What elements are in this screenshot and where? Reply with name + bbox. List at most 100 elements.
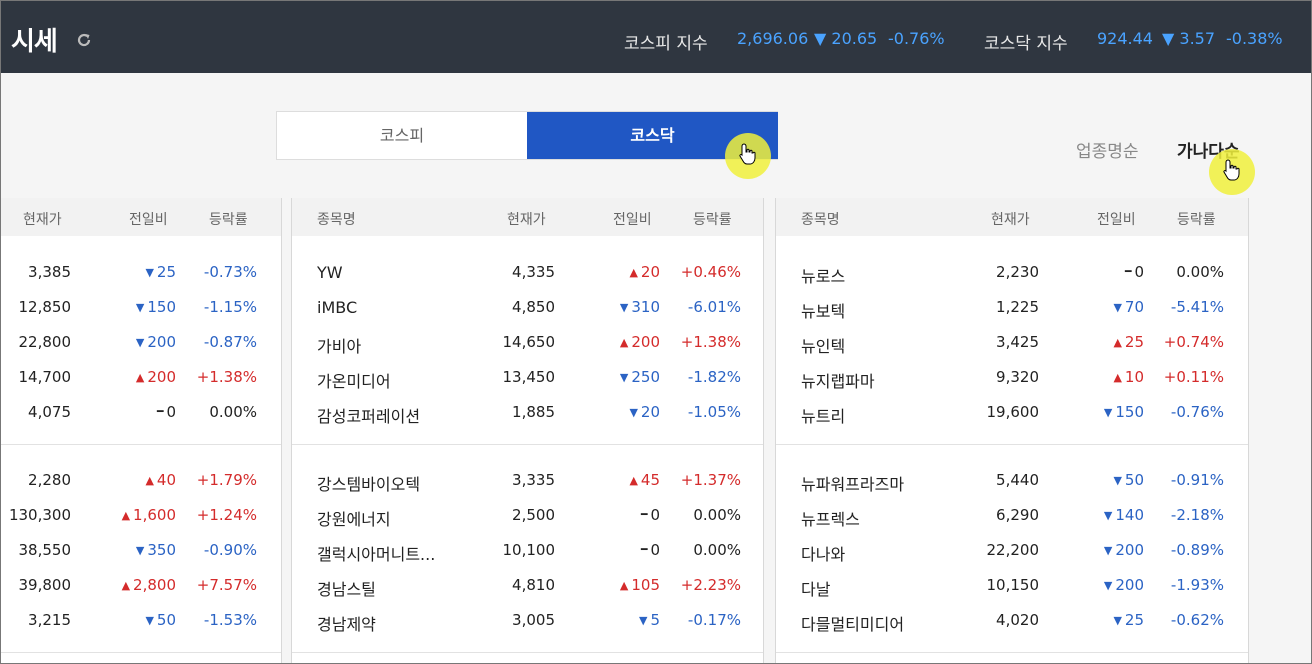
stock-rate: +1.38% <box>196 368 257 386</box>
table-row[interactable]: 2,280 ▲ 40 +1.79% <box>1 463 281 498</box>
panel-header: 종목명 현재가 전일비 등락률 <box>775 198 1248 236</box>
group-separator <box>1 444 281 445</box>
panel-divider <box>291 198 292 663</box>
stock-price: 13,450 <box>502 368 556 386</box>
stock-rate: 0.00% <box>693 541 741 559</box>
arrow-up-icon: ▲ <box>1113 371 1122 384</box>
change-value: 40 <box>156 471 176 489</box>
table-row[interactable]: 3,215 ▼ 50 -1.53% <box>1 603 281 638</box>
kosdaq-index-value: 924.44 <box>1097 29 1153 48</box>
kospi-index-value: 2,696.06 <box>737 29 809 48</box>
stock-name[interactable]: 다나와 <box>801 541 845 565</box>
hand-cursor-icon <box>739 143 756 165</box>
tab-kospi[interactable]: 코스피 <box>277 112 527 159</box>
stock-price: 3,215 <box>28 611 71 629</box>
stock-quote-page: 시세 코스피 지수 2,696.06 ▼ 20.65 -0.76% 코스닥 지수… <box>0 0 1312 664</box>
stock-rate: -6.01% <box>687 298 741 316</box>
table-row[interactable]: 12,850 ▼ 150 -1.15% <box>1 290 281 325</box>
stock-price: 4,850 <box>512 298 555 316</box>
stock-change: ▼ 310 <box>620 298 660 316</box>
table-row[interactable]: 38,550 ▼ 350 -0.90% <box>1 533 281 568</box>
stock-rate: +1.79% <box>196 471 257 489</box>
arrow-down-icon: ▼ <box>1113 301 1122 314</box>
table-row[interactable]: YW 4,335 ▲ 20 +0.46% <box>291 255 763 290</box>
arrow-up-icon: ▲ <box>135 371 145 384</box>
change-value: 70 <box>1124 298 1144 316</box>
stock-name[interactable]: 갤럭시아머니트... <box>317 541 435 565</box>
stock-name[interactable]: 다믈멀티미디어 <box>801 611 904 635</box>
change-value: 150 <box>1115 403 1144 421</box>
table-row[interactable]: 갤럭시아머니트... 10,100 ━ 0 0.00% <box>291 533 763 568</box>
stock-name[interactable]: 가온미디어 <box>317 368 391 392</box>
change-value: 140 <box>1115 506 1144 524</box>
arrow-down-icon: ▼ <box>1103 579 1113 592</box>
table-row[interactable]: iMBC 4,850 ▼ 310 -6.01% <box>291 290 763 325</box>
stock-rate: 0.00% <box>1176 263 1224 281</box>
refresh-icon[interactable] <box>75 31 93 49</box>
change-value: 50 <box>156 611 176 629</box>
stock-name[interactable]: 가비아 <box>317 333 361 357</box>
table-row[interactable]: 강원에너지 2,500 ━ 0 0.00% <box>291 498 763 533</box>
stock-price: 6,290 <box>996 506 1039 524</box>
stock-name[interactable]: 뉴로스 <box>801 263 845 287</box>
stock-change: ▼ 200 <box>1104 541 1144 559</box>
stock-name[interactable]: 다날 <box>801 576 830 600</box>
table-row[interactable]: 뉴로스 2,230 ━ 0 0.00% <box>775 255 1248 290</box>
table-row[interactable]: 다믈멀티미디어 4,020 ▼ 25 -0.62% <box>775 603 1248 638</box>
change-value: 200 <box>1115 576 1144 594</box>
stock-name[interactable]: 뉴파워프라즈마 <box>801 471 904 495</box>
sort-by-industry[interactable]: 업종명순 <box>1076 137 1139 162</box>
stock-price: 1,225 <box>996 298 1039 316</box>
stock-change: ▼ 50 <box>145 611 176 629</box>
arrow-up-icon: ▲ <box>1113 336 1122 349</box>
table-row[interactable]: 14,700 ▲ 200 +1.38% <box>1 360 281 395</box>
table-row[interactable]: 경남스틸 4,810 ▲ 105 +2.23% <box>291 568 763 603</box>
stock-name[interactable]: YW <box>317 263 343 282</box>
stock-price: 38,550 <box>18 541 72 559</box>
table-row[interactable]: 뉴프렉스 6,290 ▼ 140 -2.18% <box>775 498 1248 533</box>
stock-name[interactable]: 강원에너지 <box>317 506 391 530</box>
table-row[interactable]: 4,075 ━ 0 0.00% <box>1 395 281 430</box>
table-row[interactable]: 다나와 22,200 ▼ 200 -0.89% <box>775 533 1248 568</box>
table-row[interactable]: 뉴트리 19,600 ▼ 150 -0.76% <box>775 395 1248 430</box>
change-value: 0 <box>650 506 660 524</box>
stock-name[interactable]: iMBC <box>317 298 357 317</box>
table-row[interactable]: 뉴인텍 3,425 ▲ 25 +0.74% <box>775 325 1248 360</box>
stock-panel-middle: 종목명 현재가 전일비 등락률 YW 4,335 ▲ 20 +0.46% iMBC 4,85… <box>291 198 763 663</box>
stock-name[interactable]: 뉴보텍 <box>801 298 845 322</box>
table-row[interactable]: 130,300 ▲ 1,600 +1.24% <box>1 498 281 533</box>
stock-name[interactable]: 경남스틸 <box>317 576 376 600</box>
table-row[interactable]: 3,385 ▼ 25 -0.73% <box>1 255 281 290</box>
stock-name[interactable]: 강스템바이오텍 <box>317 471 420 495</box>
arrow-down-icon: ▼ <box>638 614 648 627</box>
table-row[interactable]: 가온미디어 13,450 ▼ 250 -1.82% <box>291 360 763 395</box>
table-row[interactable]: 강스템바이오텍 3,335 ▲ 45 +1.37% <box>291 463 763 498</box>
table-row[interactable]: 뉴지랩파마 9,320 ▲ 10 +0.11% <box>775 360 1248 395</box>
col-name-header: 종목명 <box>801 212 840 228</box>
table-row[interactable]: 경남제약 3,005 ▼ 5 -0.17% <box>291 603 763 638</box>
table-row[interactable]: 39,800 ▲ 2,800 +7.57% <box>1 568 281 603</box>
stock-name[interactable]: 뉴프렉스 <box>801 506 860 530</box>
kosdaq-index-name: 코스닥 지수 <box>984 34 1068 54</box>
table-row[interactable]: 감성코퍼레이션 1,885 ▼ 20 -1.05% <box>291 395 763 430</box>
table-row[interactable]: 가비아 14,650 ▲ 200 +1.38% <box>291 325 763 360</box>
change-value: 25 <box>156 263 176 281</box>
stock-name[interactable]: 뉴인텍 <box>801 333 845 357</box>
stock-change: ▼ 250 <box>620 368 660 386</box>
table-row[interactable]: 뉴보텍 1,225 ▼ 70 -5.41% <box>775 290 1248 325</box>
arrow-down-icon: ▼ <box>1103 509 1113 522</box>
flat-dash-icon: ━ <box>640 543 648 556</box>
stock-name[interactable]: 뉴지랩파마 <box>801 368 875 392</box>
page-title: 시세 <box>11 27 58 57</box>
stock-name[interactable]: 감성코퍼레이션 <box>317 403 420 427</box>
stock-rate: -2.18% <box>1170 506 1224 524</box>
stock-name[interactable]: 뉴트리 <box>801 403 845 427</box>
change-value: 0 <box>1134 263 1144 281</box>
col-rate-header: 등락률 <box>693 212 732 228</box>
table-row[interactable]: 다날 10,150 ▼ 200 -1.93% <box>775 568 1248 603</box>
table-row[interactable]: 22,800 ▼ 200 -0.87% <box>1 325 281 360</box>
stock-name[interactable]: 경남제약 <box>317 611 376 635</box>
group-separator <box>1 652 281 653</box>
change-value: 25 <box>1124 333 1144 351</box>
table-row[interactable]: 뉴파워프라즈마 5,440 ▼ 50 -0.91% <box>775 463 1248 498</box>
